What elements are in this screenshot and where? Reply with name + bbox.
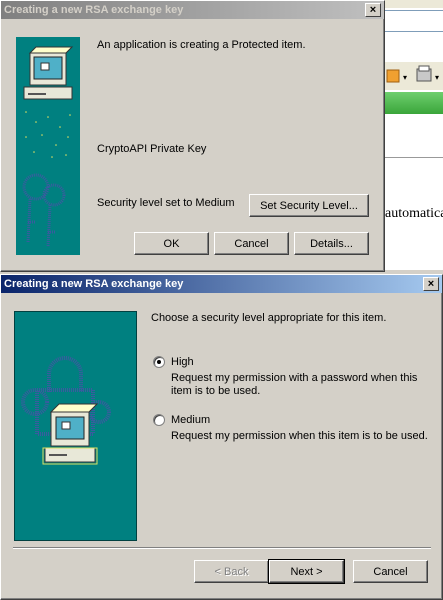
high-security-label[interactable]: High [171, 356, 194, 368]
high-security-description-cont: item is to be used. [171, 385, 261, 397]
background-address-bar [385, 10, 443, 32]
background-titlebar [385, 0, 443, 8]
svg-text:▾: ▾ [403, 73, 407, 82]
back-button[interactable]: < Back [194, 560, 269, 583]
background-separator [385, 157, 443, 158]
security-level-wizard-title: Creating a new RSA exchange key [4, 278, 184, 290]
background-browser-window: ▾ ▾ automatica [385, 0, 443, 270]
background-green-bar [385, 92, 443, 114]
set-security-level-button[interactable]: Set Security Level... [249, 194, 369, 217]
wizard-divider [13, 547, 431, 549]
protected-item-dialog-titlebar: Creating a new RSA exchange key × [1, 1, 384, 19]
security-illustration-panel [16, 37, 80, 255]
security-level-wizard-titlebar: Creating a new RSA exchange key × [1, 275, 442, 293]
high-security-description: Request my permission with a password wh… [171, 372, 418, 384]
background-toolbar-icons: ▾ ▾ [386, 65, 439, 83]
medium-security-radio[interactable] [153, 414, 165, 426]
cancel-button[interactable]: Cancel [214, 232, 289, 255]
security-level-wizard: Creating a new RSA exchange key × Choose… [0, 274, 443, 600]
computer-key-illustration [22, 46, 74, 248]
protected-item-message: An application is creating a Protected i… [97, 39, 306, 51]
ok-button[interactable]: OK [134, 232, 209, 255]
medium-security-description: Request my permission when this item is … [171, 430, 428, 442]
security-level-status: Security level set to Medium [97, 197, 235, 209]
background-toolbar: ▾ ▾ [385, 62, 443, 90]
close-icon[interactable]: × [365, 3, 381, 17]
high-security-radio[interactable] [153, 356, 165, 368]
next-button[interactable]: Next > [268, 559, 345, 584]
wizard-illustration-panel [14, 311, 137, 541]
details-button[interactable]: Details... [294, 232, 369, 255]
medium-security-label[interactable]: Medium [171, 414, 210, 426]
computer-lock-illustration [21, 356, 111, 465]
svg-text:▾: ▾ [435, 73, 439, 82]
item-name-label: CryptoAPI Private Key [97, 143, 207, 155]
close-icon[interactable]: × [423, 277, 439, 291]
protected-item-dialog-title: Creating a new RSA exchange key [4, 4, 184, 16]
wizard-instruction: Choose a security level appropriate for … [151, 312, 387, 324]
cancel-button[interactable]: Cancel [353, 560, 428, 583]
protected-item-dialog: Creating a new RSA exchange key × An app… [0, 0, 385, 272]
background-partial-text: automatica [385, 206, 443, 221]
